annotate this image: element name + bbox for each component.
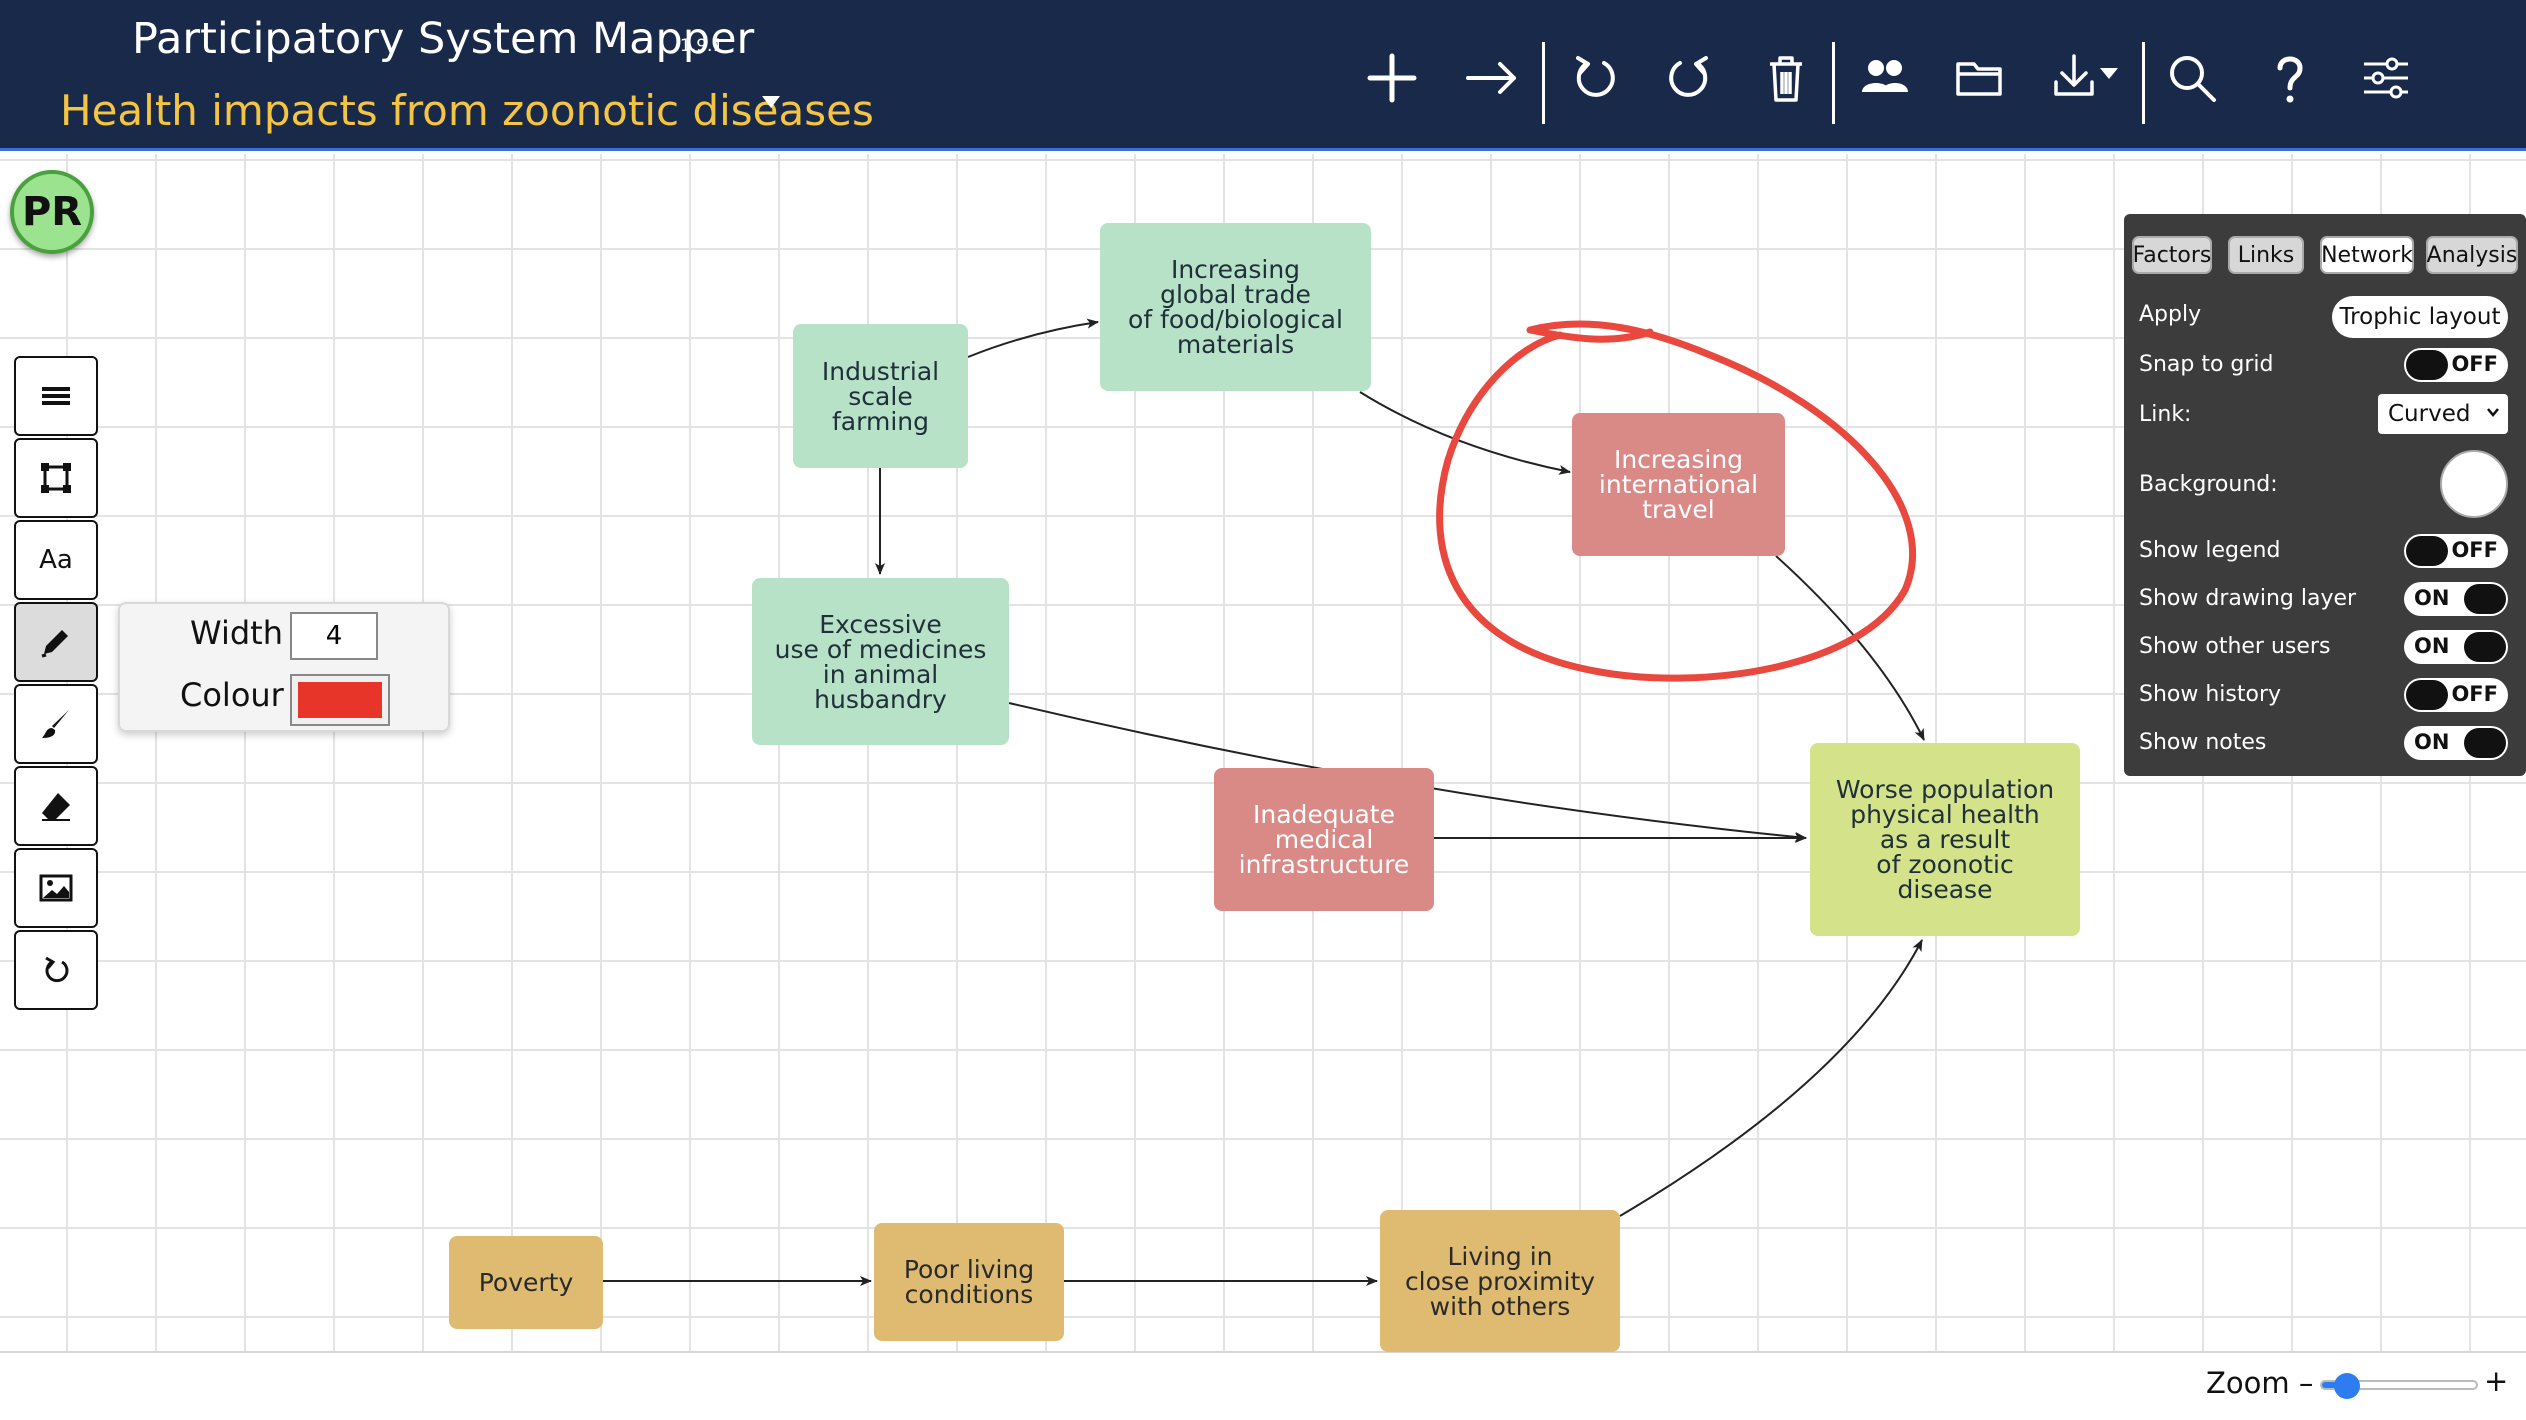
rectangle-tool-button[interactable]: [14, 438, 98, 518]
show-legend-label: Show legend: [2139, 538, 2281, 563]
network-settings-panel: Factors Links Network Analysis Apply Tro…: [2124, 214, 2526, 776]
pen-icon: [41, 630, 68, 658]
factor-poverty[interactable]: Poverty: [449, 1236, 603, 1329]
link-style-label: Link:: [2139, 402, 2192, 427]
link-style-value: Curved: [2388, 401, 2471, 427]
snap-to-grid-label: Snap to grid: [2139, 352, 2274, 377]
width-label: Width: [190, 614, 283, 652]
eraser-tool-button[interactable]: [14, 766, 98, 846]
link-travel-to-health[interactable]: [1775, 555, 1925, 741]
menu-icon: [42, 387, 70, 405]
factor-living-in-close-proximity[interactable]: Living in close proximity with others: [1380, 1210, 1620, 1352]
drawing-menu-button[interactable]: [14, 356, 98, 436]
zoom-slider-thumb[interactable]: [2333, 1373, 2360, 1399]
link-industrial-to-trade[interactable]: [967, 318, 1099, 358]
toggle-knob: [2406, 350, 2448, 380]
pen-tool-button[interactable]: [14, 602, 98, 682]
chevron-down-icon: [2487, 408, 2499, 417]
show-drawing-layer-toggle[interactable]: ON: [2404, 582, 2508, 616]
factor-increasing-global-trade[interactable]: Increasing global trade of food/biologic…: [1100, 223, 1371, 391]
tab-links[interactable]: Links: [2228, 236, 2304, 274]
toggle-state: OFF: [2451, 682, 2498, 706]
toggle-knob: [2406, 536, 2448, 566]
show-notes-label: Show notes: [2139, 730, 2267, 755]
pen-colour-swatch: [298, 682, 382, 718]
pen-width-input[interactable]: [290, 612, 378, 660]
toggle-state: ON: [2414, 586, 2450, 610]
show-legend-toggle[interactable]: OFF: [2404, 534, 2508, 568]
text-tool-button[interactable]: Aa: [14, 520, 98, 600]
pen-options-panel: Width Colour: [118, 602, 450, 732]
tab-factors[interactable]: Factors: [2132, 236, 2212, 274]
toggle-state: OFF: [2451, 538, 2498, 562]
show-notes-toggle[interactable]: ON: [2404, 726, 2508, 760]
factor-poor-living-conditions[interactable]: Poor living conditions: [874, 1223, 1064, 1341]
zoom-slider[interactable]: [2320, 1373, 2478, 1399]
show-history-toggle[interactable]: OFF: [2404, 678, 2508, 712]
toggle-knob: [2464, 728, 2506, 758]
image-icon: [39, 874, 73, 902]
link-proximity-to-health[interactable]: [1619, 939, 1923, 1217]
factor-industrial-scale-farming[interactable]: Industrial scale farming: [793, 324, 968, 468]
reset-icon: [45, 956, 69, 983]
factor-inadequate-medical-infrastructure[interactable]: Inadequate medical infrastructure: [1214, 768, 1434, 911]
link-trade-to-travel[interactable]: [1359, 391, 1571, 475]
colour-label: Colour: [180, 676, 284, 714]
zoom-label: Zoom –: [2206, 1366, 2314, 1400]
background-colour-picker[interactable]: [2440, 450, 2508, 518]
factor-worse-population-health[interactable]: Worse population physical health as a re…: [1810, 743, 2080, 936]
toggle-state: OFF: [2451, 352, 2498, 376]
eraser-icon: [42, 793, 70, 821]
brush-icon: [42, 710, 69, 738]
snap-to-grid-toggle[interactable]: OFF: [2404, 348, 2508, 382]
toggle-knob: [2406, 680, 2448, 710]
toggle-state: ON: [2414, 730, 2450, 754]
reset-drawing-button[interactable]: [14, 930, 98, 1010]
rectangle-icon: [41, 463, 71, 493]
user-avatar[interactable]: PR: [10, 170, 94, 254]
apply-label: Apply: [2139, 302, 2202, 327]
link-style-select[interactable]: Curved: [2378, 394, 2508, 434]
zoom-in-button[interactable]: +: [2484, 1364, 2508, 1398]
show-other-users-toggle[interactable]: ON: [2404, 630, 2508, 664]
brush-tool-button[interactable]: [14, 684, 98, 764]
tab-network[interactable]: Network: [2320, 236, 2414, 274]
toggle-knob: [2464, 584, 2506, 614]
toggle-knob: [2464, 632, 2506, 662]
pen-colour-picker[interactable]: [290, 674, 390, 726]
toggle-state: ON: [2414, 634, 2450, 658]
tab-analysis[interactable]: Analysis: [2426, 236, 2518, 274]
show-drawing-layer-label: Show drawing layer: [2139, 586, 2357, 611]
background-label: Background:: [2139, 472, 2278, 497]
show-other-users-label: Show other users: [2139, 634, 2331, 659]
factor-increasing-international-travel[interactable]: Increasing international travel: [1572, 413, 1785, 556]
factor-excessive-use-of-medicines[interactable]: Excessive use of medicines in animal hus…: [752, 578, 1009, 745]
image-tool-button[interactable]: [14, 848, 98, 928]
show-history-label: Show history: [2139, 682, 2282, 707]
trophic-layout-button[interactable]: Trophic layout: [2332, 296, 2508, 338]
